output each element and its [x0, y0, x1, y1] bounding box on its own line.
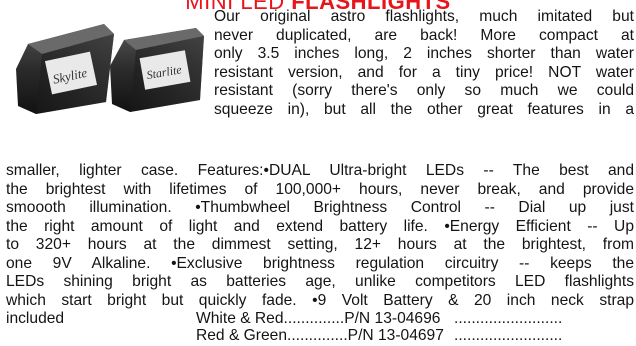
body-line: one 9V Alkaline. •Exclusive brightness r… [6, 254, 634, 272]
body-line: smaller, lighter case. Features:•DUAL Ul… [6, 162, 634, 179]
body-line: which start bright but quickly fade. •9 … [6, 291, 634, 309]
features-paragraph: smaller, lighter case. Features:•DUAL Ul… [6, 162, 634, 310]
intro-paragraph: Our original astro flashlights, much imi… [214, 8, 634, 119]
intro-line: squeeze in), but all the other great fea… [214, 100, 634, 118]
flashlight-left: Skylite [16, 24, 114, 114]
intro-line: resistant (sorry there's only so much we… [214, 82, 634, 99]
part-row-white-red: included White & Red..............P/N 13… [6, 310, 634, 328]
price-leader-dots: ......................... [454, 310, 563, 327]
product-photo: Skylite Starlite [16, 24, 204, 114]
body-line: LEDs shining bright as batteries age, un… [6, 273, 634, 290]
intro-line: only 3.5 inches long, 2 inches shorter t… [214, 45, 634, 62]
intro-line: Our original astro flashlights, much imi… [214, 8, 634, 25]
catalog-entry: MINI LED FLASHLIGHTS Skylite Starlite Ou… [0, 0, 636, 345]
body-line: to 320+ hours at the dimmest setting, 12… [6, 236, 634, 253]
body-line: the right amount of light and extend bat… [6, 217, 634, 235]
intro-line: never duplicated, are back! More compact… [214, 26, 634, 44]
included-text: included [6, 310, 65, 327]
body-line: smoooth illumination. •Thumbwheel Bright… [6, 199, 634, 216]
body-line: the brightest with lifetimes of 100,000+… [6, 180, 634, 198]
flashlight-right: Starlite [110, 28, 204, 112]
intro-line: resistant version, and for a tiny price!… [214, 63, 634, 81]
part-option-label: White & Red..............P/N 13-04696 [196, 310, 441, 327]
part-row-red-green: Red & Green..............P/N 13-04697 ..… [6, 327, 634, 345]
